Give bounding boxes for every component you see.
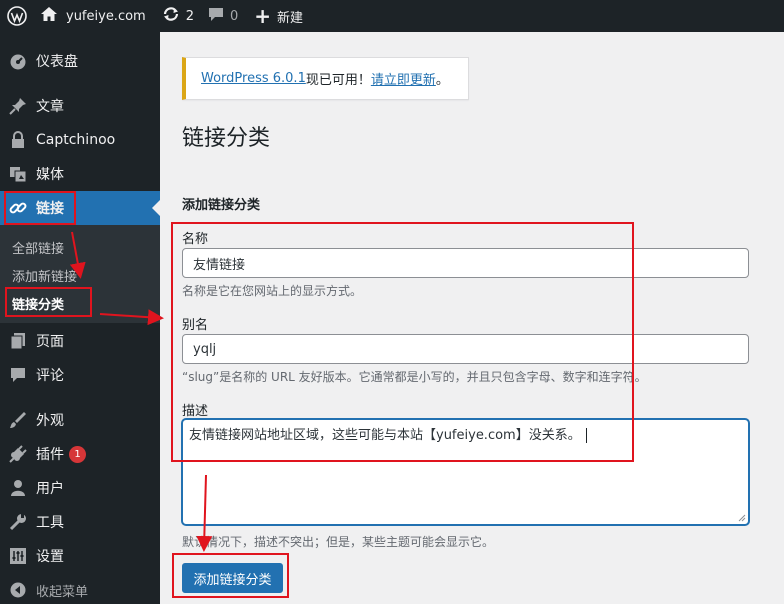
- menu-label: 文章: [36, 99, 64, 115]
- form-title: 添加链接分类: [182, 198, 261, 213]
- menu-label: 插件: [36, 447, 64, 463]
- menu-item-appearance[interactable]: 外观: [0, 403, 160, 437]
- menu-item-posts[interactable]: 文章: [0, 89, 160, 123]
- menu-label: 仪表盘: [36, 54, 78, 70]
- menu-label: Captchinoo: [36, 132, 116, 148]
- submenu-all-links[interactable]: 全部链接: [12, 238, 64, 257]
- media-icon: [0, 165, 36, 183]
- notice-end: 。: [435, 73, 449, 88]
- wrench-icon: [0, 513, 36, 531]
- updates-icon: [162, 6, 180, 26]
- wordpress-version-link[interactable]: WordPress 6.0.1: [201, 71, 306, 86]
- menu-label: 媒体: [36, 167, 64, 183]
- comment-bubble-icon: [208, 6, 224, 26]
- notice-text: 现已可用！: [305, 73, 371, 88]
- plugin-icon: [0, 445, 36, 463]
- page-icon: [0, 332, 36, 350]
- admin-sidebar: 仪表盘 文章 Captchinoo 媒体 链接 全部链接 添加新链接 链接分类 …: [0, 32, 160, 604]
- menu-label: 页面: [36, 334, 64, 350]
- update-notice: WordPress 6.0.1 现已可用！ 请立即更新 。: [182, 57, 469, 100]
- new-content-link[interactable]: + 新建: [254, 0, 303, 32]
- appearance-icon: [0, 411, 36, 429]
- home-icon: [40, 6, 58, 26]
- menu-label: 外观: [36, 413, 64, 429]
- comment-icon: [0, 367, 36, 383]
- collapse-menu-button[interactable]: 收起菜单: [0, 573, 160, 604]
- submenu-add-new-link[interactable]: 添加新链接: [12, 266, 77, 285]
- page-title: 链接分类: [182, 126, 271, 151]
- comments-count: 0: [230, 8, 239, 24]
- dashboard-icon: [0, 52, 36, 70]
- resize-handle-icon[interactable]: [738, 514, 746, 522]
- menu-item-captchinoo[interactable]: Captchinoo: [0, 123, 160, 157]
- description-help-text: 默认情况下，描述不突出；但是，某些主题可能会显示它。: [182, 535, 495, 549]
- lock-icon: [0, 131, 36, 149]
- plus-icon: +: [254, 4, 272, 28]
- site-name: yufeiye.com: [66, 8, 146, 24]
- menu-label: 评论: [36, 368, 64, 384]
- settings-icon: [0, 547, 36, 565]
- updates-link[interactable]: 2: [162, 0, 194, 32]
- menu-item-users[interactable]: 用户: [0, 471, 160, 505]
- menu-item-media[interactable]: 媒体: [0, 157, 160, 191]
- annotation-box-links-menu: [4, 191, 76, 225]
- admin-bar: yufeiye.com 2 0 + 新建: [0, 0, 784, 32]
- menu-item-pages[interactable]: 页面: [0, 324, 160, 358]
- annotation-box-form-fields: [171, 222, 634, 462]
- menu-label: 设置: [36, 549, 64, 565]
- annotation-box-link-categories: [5, 287, 92, 317]
- menu-item-dashboard[interactable]: 仪表盘: [0, 44, 160, 78]
- menu-item-plugins[interactable]: 插件 1: [0, 437, 160, 471]
- menu-item-tools[interactable]: 工具: [0, 505, 160, 539]
- menu-item-comments[interactable]: 评论: [0, 358, 160, 392]
- menu-label: 用户: [36, 481, 64, 497]
- site-name-link[interactable]: yufeiye.com: [40, 0, 146, 32]
- menu-label: 收起菜单: [36, 584, 89, 600]
- user-icon: [0, 479, 36, 497]
- annotation-box-submit: [172, 553, 289, 598]
- wordpress-logo-icon[interactable]: [0, 0, 34, 32]
- plugin-update-badge: 1: [69, 445, 86, 463]
- menu-label: 工具: [36, 515, 64, 531]
- collapse-icon: [0, 582, 36, 598]
- pin-icon: [0, 97, 36, 115]
- menu-item-settings[interactable]: 设置: [0, 539, 160, 573]
- updates-count: 2: [185, 8, 194, 24]
- update-now-link[interactable]: 请立即更新: [371, 69, 436, 88]
- new-label: 新建: [277, 10, 304, 26]
- comments-link[interactable]: 0: [208, 0, 238, 32]
